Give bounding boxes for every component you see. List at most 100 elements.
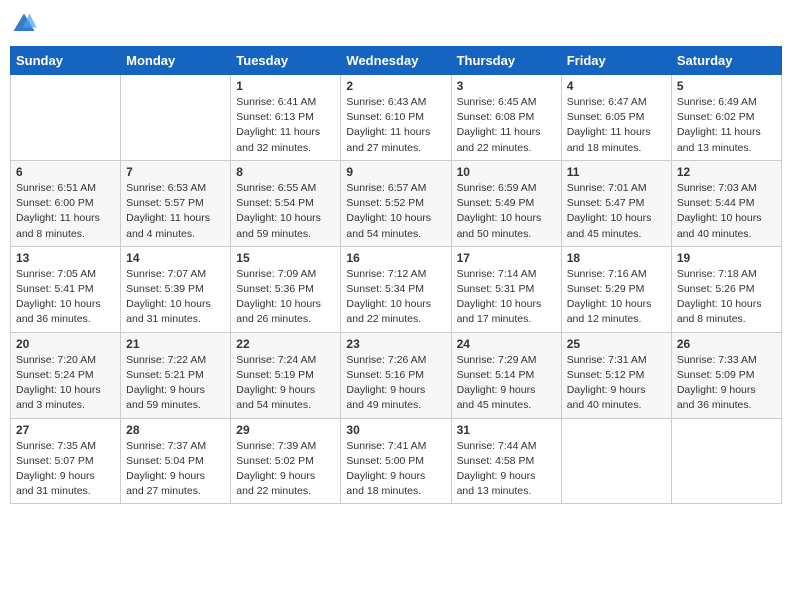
day-number: 1 <box>236 79 335 93</box>
calendar-cell: 18 Sunrise: 7:16 AMSunset: 5:29 PMDayligh… <box>561 246 671 332</box>
day-number: 25 <box>567 337 666 351</box>
day-info: Sunrise: 7:31 AMSunset: 5:12 PMDaylight:… <box>567 353 666 414</box>
calendar-cell: 23Sunrise: 7:26 AMSunset: 5:16 PMDayligh… <box>341 332 451 418</box>
day-number: 4 <box>567 79 666 93</box>
day-number: 27 <box>16 423 115 437</box>
day-info: Sunrise: 7:29 AMSunset: 5:14 PMDaylight:… <box>457 353 556 414</box>
day-number: 13 <box>16 251 115 265</box>
calendar-cell: 31 Sunrise: 7:44 AMSunset: 4:58 PMDayligh… <box>451 418 561 504</box>
day-info: Sunrise: 7:33 AMSunset: 5:09 PMDaylight:… <box>677 353 776 414</box>
day-number: 8 <box>236 165 335 179</box>
calendar-cell: 7 Sunrise: 6:53 AMSunset: 5:57 PMDaylight… <box>121 160 231 246</box>
day-number: 9 <box>346 165 445 179</box>
calendar-cell <box>561 418 671 504</box>
day-info: Sunrise: 7:41 AMSunset: 5:00 PMDaylight:… <box>346 439 445 500</box>
day-number: 2 <box>346 79 445 93</box>
calendar-cell: 27 Sunrise: 7:35 AMSunset: 5:07 PMDayligh… <box>11 418 121 504</box>
calendar-cell: 28 Sunrise: 7:37 AMSunset: 5:04 PMDayligh… <box>121 418 231 504</box>
day-number: 31 <box>457 423 556 437</box>
calendar-cell: 5 Sunrise: 6:49 AMSunset: 6:02 PMDaylight… <box>671 75 781 161</box>
day-info: Sunrise: 7:03 AMSunset: 5:44 PMDaylight:… <box>677 181 776 242</box>
day-info: Sunrise: 7:22 AMSunset: 5:21 PMDaylight:… <box>126 353 225 414</box>
weekday-header: Friday <box>561 47 671 75</box>
calendar-cell: 10 Sunrise: 6:59 AMSunset: 5:49 PMDayligh… <box>451 160 561 246</box>
page-header <box>10 10 782 38</box>
calendar-cell: 13 Sunrise: 7:05 AMSunset: 5:41 PMDayligh… <box>11 246 121 332</box>
calendar-cell: 15Sunrise: 7:09 AMSunset: 5:36 PMDayligh… <box>231 246 341 332</box>
day-number: 12 <box>677 165 776 179</box>
day-number: 29 <box>236 423 335 437</box>
day-number: 16 <box>346 251 445 265</box>
logo <box>10 10 40 38</box>
day-number: 11 <box>567 165 666 179</box>
calendar-cell: 1 Sunrise: 6:41 AMSunset: 6:13 PMDaylight… <box>231 75 341 161</box>
day-info: Sunrise: 7:35 AMSunset: 5:07 PMDaylight:… <box>16 439 115 500</box>
day-info: Sunrise: 6:49 AMSunset: 6:02 PMDaylight:… <box>677 95 776 156</box>
calendar-cell: 24 Sunrise: 7:29 AMSunset: 5:14 PMDayligh… <box>451 332 561 418</box>
day-info: Sunrise: 6:43 AMSunset: 6:10 PMDaylight:… <box>346 95 445 156</box>
day-info: Sunrise: 6:53 AMSunset: 5:57 PMDaylight:… <box>126 181 225 242</box>
calendar-cell <box>11 75 121 161</box>
calendar-header-row: SundayMondayTuesdayWednesdayThursdayFrid… <box>11 47 782 75</box>
day-info: Sunrise: 7:14 AMSunset: 5:31 PMDaylight:… <box>457 267 556 328</box>
day-number: 21 <box>126 337 225 351</box>
calendar-cell: 26 Sunrise: 7:33 AMSunset: 5:09 PMDayligh… <box>671 332 781 418</box>
calendar-week-row: 6Sunrise: 6:51 AMSunset: 6:00 PMDaylight… <box>11 160 782 246</box>
calendar-cell: 17 Sunrise: 7:14 AMSunset: 5:31 PMDayligh… <box>451 246 561 332</box>
calendar-cell: 4 Sunrise: 6:47 AMSunset: 6:05 PMDaylight… <box>561 75 671 161</box>
day-number: 30 <box>346 423 445 437</box>
day-number: 14 <box>126 251 225 265</box>
calendar-cell: 8Sunrise: 6:55 AMSunset: 5:54 PMDaylight… <box>231 160 341 246</box>
day-info: Sunrise: 7:07 AMSunset: 5:39 PMDaylight:… <box>126 267 225 328</box>
weekday-header: Monday <box>121 47 231 75</box>
day-number: 18 <box>567 251 666 265</box>
calendar-cell: 12 Sunrise: 7:03 AMSunset: 5:44 PMDayligh… <box>671 160 781 246</box>
day-info: Sunrise: 7:39 AMSunset: 5:02 PMDaylight:… <box>236 439 335 500</box>
weekday-header: Thursday <box>451 47 561 75</box>
calendar-cell: 6Sunrise: 6:51 AMSunset: 6:00 PMDaylight… <box>11 160 121 246</box>
day-number: 15 <box>236 251 335 265</box>
calendar-cell: 9 Sunrise: 6:57 AMSunset: 5:52 PMDaylight… <box>341 160 451 246</box>
calendar-cell: 11 Sunrise: 7:01 AMSunset: 5:47 PMDayligh… <box>561 160 671 246</box>
day-info: Sunrise: 6:45 AMSunset: 6:08 PMDaylight:… <box>457 95 556 156</box>
weekday-header: Sunday <box>11 47 121 75</box>
calendar-cell: 3Sunrise: 6:45 AMSunset: 6:08 PMDaylight… <box>451 75 561 161</box>
day-number: 6 <box>16 165 115 179</box>
calendar-cell: 20 Sunrise: 7:20 AMSunset: 5:24 PMDayligh… <box>11 332 121 418</box>
calendar-week-row: 20 Sunrise: 7:20 AMSunset: 5:24 PMDayligh… <box>11 332 782 418</box>
day-info: Sunrise: 6:47 AMSunset: 6:05 PMDaylight:… <box>567 95 666 156</box>
day-number: 24 <box>457 337 556 351</box>
day-number: 5 <box>677 79 776 93</box>
calendar-week-row: 27 Sunrise: 7:35 AMSunset: 5:07 PMDayligh… <box>11 418 782 504</box>
calendar-cell: 16Sunrise: 7:12 AMSunset: 5:34 PMDayligh… <box>341 246 451 332</box>
weekday-header: Wednesday <box>341 47 451 75</box>
day-info: Sunrise: 7:37 AMSunset: 5:04 PMDaylight:… <box>126 439 225 500</box>
day-number: 23 <box>346 337 445 351</box>
day-info: Sunrise: 6:41 AMSunset: 6:13 PMDaylight:… <box>236 95 335 156</box>
day-number: 26 <box>677 337 776 351</box>
day-info: Sunrise: 7:05 AMSunset: 5:41 PMDaylight:… <box>16 267 115 328</box>
day-number: 17 <box>457 251 556 265</box>
weekday-header: Saturday <box>671 47 781 75</box>
calendar-cell: 22 Sunrise: 7:24 AMSunset: 5:19 PMDayligh… <box>231 332 341 418</box>
day-number: 22 <box>236 337 335 351</box>
day-number: 7 <box>126 165 225 179</box>
day-number: 19 <box>677 251 776 265</box>
day-info: Sunrise: 7:01 AMSunset: 5:47 PMDaylight:… <box>567 181 666 242</box>
logo-icon <box>10 10 38 38</box>
day-number: 20 <box>16 337 115 351</box>
calendar-cell: 19Sunrise: 7:18 AMSunset: 5:26 PMDayligh… <box>671 246 781 332</box>
day-info: Sunrise: 7:24 AMSunset: 5:19 PMDaylight:… <box>236 353 335 414</box>
calendar-cell: 14 Sunrise: 7:07 AMSunset: 5:39 PMDayligh… <box>121 246 231 332</box>
day-info: Sunrise: 7:16 AMSunset: 5:29 PMDaylight:… <box>567 267 666 328</box>
calendar-cell: 21 Sunrise: 7:22 AMSunset: 5:21 PMDayligh… <box>121 332 231 418</box>
day-info: Sunrise: 6:57 AMSunset: 5:52 PMDaylight:… <box>346 181 445 242</box>
calendar-cell: 25 Sunrise: 7:31 AMSunset: 5:12 PMDayligh… <box>561 332 671 418</box>
day-info: Sunrise: 7:20 AMSunset: 5:24 PMDaylight:… <box>16 353 115 414</box>
calendar-cell <box>121 75 231 161</box>
day-info: Sunrise: 6:59 AMSunset: 5:49 PMDaylight:… <box>457 181 556 242</box>
day-info: Sunrise: 7:44 AMSunset: 4:58 PMDaylight:… <box>457 439 556 500</box>
day-number: 10 <box>457 165 556 179</box>
calendar-week-row: 1 Sunrise: 6:41 AMSunset: 6:13 PMDaylight… <box>11 75 782 161</box>
day-number: 28 <box>126 423 225 437</box>
